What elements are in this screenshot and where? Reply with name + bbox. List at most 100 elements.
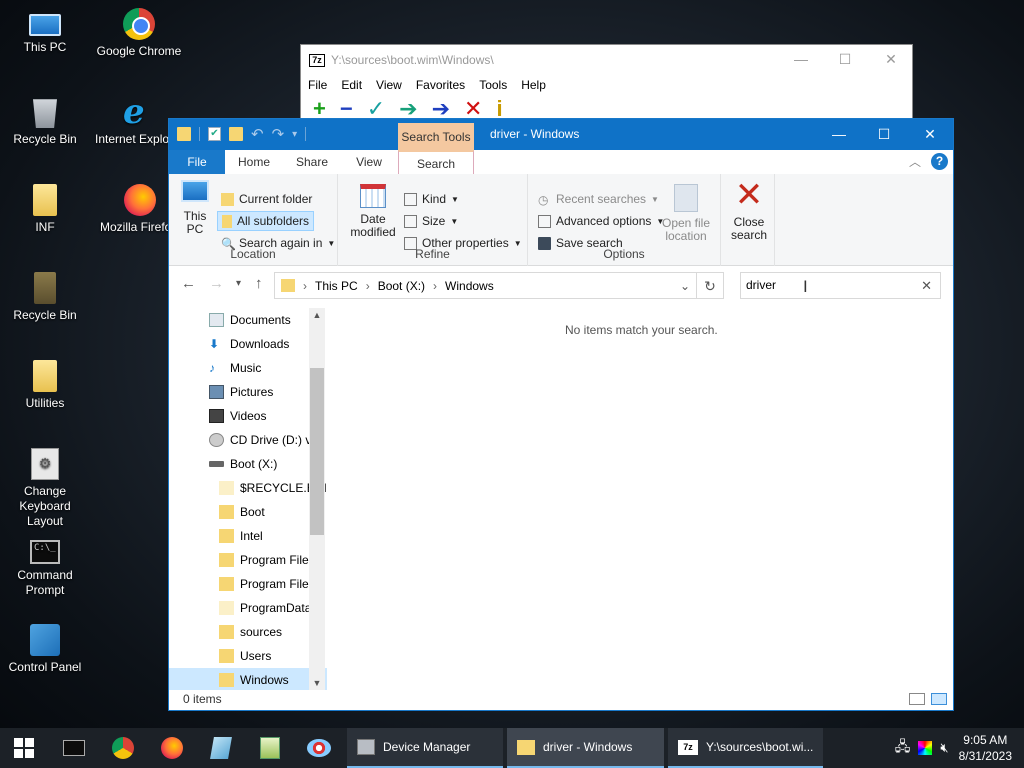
- desktop-icon-chrome[interactable]: Google Chrome: [94, 8, 184, 59]
- nav-item-music[interactable]: ♪ Music: [169, 356, 327, 380]
- breadcrumb-item[interactable]: Windows: [445, 279, 494, 293]
- chevron-down-icon[interactable]: ⌄: [680, 279, 690, 293]
- recent-searches-button[interactable]: ◷ Recent searches ▼: [534, 189, 663, 209]
- copy-icon[interactable]: ➔: [399, 98, 417, 120]
- kind-button[interactable]: Kind ▼: [400, 189, 463, 209]
- desktop-icon-inf[interactable]: INF: [0, 184, 90, 235]
- taskbar-explorer[interactable]: driver - Windows: [507, 728, 664, 768]
- new-folder-icon[interactable]: [229, 127, 243, 141]
- forward-arrow-icon[interactable]: →: [209, 275, 224, 292]
- all-subfolders-button[interactable]: All subfolders: [217, 211, 314, 231]
- up-arrow-icon[interactable]: ↑: [255, 275, 263, 292]
- add-icon[interactable]: +: [313, 98, 326, 120]
- search-input[interactable]: driver Ι ✕: [740, 272, 941, 299]
- large-icons-view-icon[interactable]: [931, 693, 947, 705]
- chevron-right-icon[interactable]: ›: [303, 279, 307, 293]
- sevenzip-titlebar[interactable]: 7z Y:\sources\boot.wim\Windows\: [301, 45, 912, 75]
- refresh-icon[interactable]: ↻: [697, 272, 724, 299]
- scroll-down-icon[interactable]: ▼: [309, 678, 325, 688]
- breadcrumb-item[interactable]: This PC: [315, 279, 358, 293]
- redo-icon[interactable]: ↷: [272, 125, 285, 143]
- taskbar-command-prompt[interactable]: [50, 728, 98, 768]
- tab-view[interactable]: View: [341, 150, 397, 174]
- menu-edit[interactable]: Edit: [334, 78, 369, 92]
- desktop-icon-firefox[interactable]: Mozilla Firefox: [94, 184, 168, 235]
- nav-item-intel[interactable]: Intel: [169, 524, 327, 548]
- nav-item-cd-drive[interactable]: CD Drive (D:) v: [169, 428, 327, 452]
- minimize-button[interactable]: —: [816, 119, 862, 150]
- minimize-button[interactable]: —: [790, 51, 812, 69]
- help-icon[interactable]: ?: [931, 153, 948, 170]
- nav-item-boot-drive[interactable]: Boot (X:): [169, 452, 327, 476]
- chevron-right-icon[interactable]: ›: [366, 279, 370, 293]
- address-bar[interactable]: › This PC › Boot (X:) › Windows ⌄: [274, 272, 697, 299]
- nav-item-downloads[interactable]: ⬇ Downloads: [169, 332, 327, 356]
- nav-item-videos[interactable]: Videos: [169, 404, 327, 428]
- close-button[interactable]: ✕: [880, 51, 902, 69]
- maximize-button[interactable]: ☐: [861, 119, 907, 150]
- menu-help[interactable]: Help: [514, 78, 553, 92]
- open-file-location-button[interactable]: Open file location: [658, 184, 714, 243]
- extract-icon[interactable]: −: [340, 98, 353, 120]
- delete-icon[interactable]: ✕: [464, 98, 482, 120]
- undo-icon[interactable]: ↶: [251, 125, 264, 143]
- display-icon[interactable]: [918, 741, 933, 755]
- explorer-titlebar[interactable]: ✔ ↶ ↷ ▾ Search Tools driver - Windows — …: [169, 119, 953, 150]
- recent-locations-icon[interactable]: ▾: [236, 278, 241, 289]
- this-pc-button[interactable]: This PC: [177, 180, 213, 236]
- taskbar-chrome[interactable]: [99, 728, 147, 768]
- menu-favorites[interactable]: Favorites: [409, 78, 472, 92]
- properties-icon[interactable]: ✔: [208, 127, 221, 141]
- menu-view[interactable]: View: [369, 78, 409, 92]
- desktop-icon-recycle-bin[interactable]: Recycle Bin: [0, 96, 90, 147]
- nav-item-users[interactable]: Users: [169, 644, 327, 668]
- advanced-options-button[interactable]: Advanced options ▼: [534, 211, 668, 231]
- tab-home[interactable]: Home: [225, 150, 283, 174]
- scroll-up-icon[interactable]: ▲: [309, 310, 325, 320]
- start-button[interactable]: [0, 728, 48, 768]
- nav-item-program-files-x86[interactable]: Program Files: [169, 572, 327, 596]
- sevenzip-window[interactable]: 7z Y:\sources\boot.wim\Windows\ — ☐ ✕ Fi…: [300, 44, 913, 124]
- nav-item-sources[interactable]: sources: [169, 620, 327, 644]
- size-button[interactable]: Size ▼: [400, 211, 462, 231]
- network-icon[interactable]: 🖧: [895, 736, 911, 760]
- move-icon[interactable]: ➔: [432, 98, 450, 120]
- current-folder-button[interactable]: Current folder: [217, 189, 316, 209]
- maximize-button[interactable]: ☐: [834, 51, 856, 69]
- menu-tools[interactable]: Tools: [472, 78, 514, 92]
- clear-search-icon[interactable]: ✕: [921, 273, 932, 298]
- tab-file[interactable]: File: [169, 150, 225, 174]
- taskbar-device-manager[interactable]: Device Manager: [347, 728, 503, 768]
- nav-item-programdata[interactable]: ProgramData: [169, 596, 327, 620]
- customize-toolbar-icon[interactable]: ▾: [292, 129, 297, 140]
- close-button[interactable]: ✕: [907, 119, 953, 150]
- nav-item-recycle-bin-folder[interactable]: $RECYCLE.BIN: [169, 476, 327, 500]
- breadcrumb-item[interactable]: Boot (X:): [378, 279, 425, 293]
- nav-item-boot[interactable]: Boot: [169, 500, 327, 524]
- test-icon[interactable]: ✓: [367, 98, 385, 120]
- desktop-icon-ie[interactable]: e Internet Explorer: [94, 96, 168, 147]
- back-arrow-icon[interactable]: ←: [181, 275, 196, 292]
- tab-search[interactable]: Search: [398, 150, 474, 174]
- menu-file[interactable]: File: [301, 78, 334, 92]
- taskbar-firefox[interactable]: [148, 728, 196, 768]
- nav-item-pictures[interactable]: Pictures: [169, 380, 327, 404]
- clock[interactable]: 9:05 AM 8/31/2023: [959, 732, 1012, 764]
- desktop-icon-control-panel[interactable]: Control Panel: [0, 624, 90, 675]
- taskbar-app-3[interactable]: [295, 728, 343, 768]
- taskbar-app-2[interactable]: [246, 728, 294, 768]
- taskbar-app[interactable]: [197, 728, 245, 768]
- taskbar-7zip[interactable]: 7z Y:\sources\boot.wi...: [668, 728, 823, 768]
- nav-item-documents[interactable]: Documents: [169, 308, 327, 332]
- desktop-icon-keyboard-layout[interactable]: ⚙ Change Keyboard Layout: [0, 448, 90, 529]
- date-modified-button[interactable]: Date modified: [343, 184, 403, 239]
- nav-item-windows[interactable]: Windows: [169, 668, 327, 690]
- volume-muted-icon[interactable]: 🔇︎: [940, 740, 948, 756]
- desktop-icon-utilities[interactable]: Utilities: [0, 360, 90, 411]
- close-search-button[interactable]: ✕ Close search: [727, 178, 771, 242]
- tab-share[interactable]: Share: [283, 150, 341, 174]
- desktop-icon-recycle-bin-2[interactable]: Recycle Bin: [0, 272, 90, 323]
- chevron-right-icon[interactable]: ›: [433, 279, 437, 293]
- desktop-icon-command-prompt[interactable]: C:\_ Command Prompt: [0, 536, 90, 598]
- collapse-ribbon-icon[interactable]: ︿: [909, 153, 921, 170]
